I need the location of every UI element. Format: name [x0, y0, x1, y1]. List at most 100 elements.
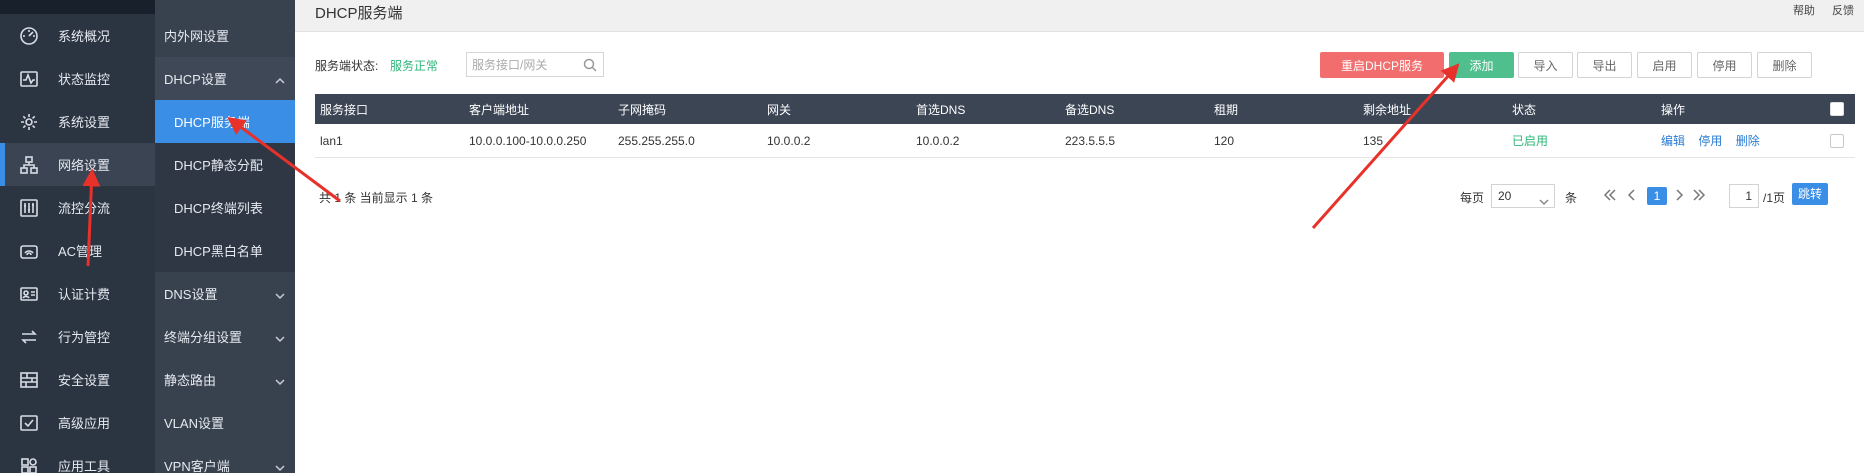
toolbar: 服务端状态: 服务正常 重启DHCP服务 添加 导入 导出 启用 停用 删除 [315, 52, 1855, 78]
main-content: DHCP服务端 帮助 反馈 服务端状态: 服务正常 重启DHCP服务 添加 导入… [295, 0, 1864, 473]
service-status-value: 服务正常 [390, 59, 439, 73]
help-link[interactable]: 帮助 [1793, 5, 1815, 17]
chevron-down-icon [275, 289, 285, 299]
search-input[interactable] [467, 53, 577, 76]
row-checkbox[interactable] [1830, 133, 1844, 148]
secondary-sidebar: 内外网设置 DHCP设置 DHCP服务端 DHCP静态分配 DHCP终端列表 D… [155, 0, 295, 473]
sidebar-top-strip [0, 0, 155, 14]
nav-item-auth-billing[interactable]: 认证计费 [0, 272, 155, 315]
feedback-link[interactable]: 反馈 [1832, 5, 1854, 17]
per-page-select[interactable]: 20 [1491, 184, 1555, 208]
row-select-cell [1816, 133, 1855, 148]
column-header: 租期 [1214, 102, 1239, 117]
service-status-label: 服务端状态: [315, 59, 379, 73]
subnav-dhcp-settings[interactable]: DHCP设置 [155, 57, 295, 100]
nav-item-behavior-control[interactable]: 行为管控 [0, 315, 155, 358]
nav-item-label: 流控分流 [58, 201, 111, 216]
column-header: 备选DNS [1065, 102, 1115, 117]
subnav-dhcp-server[interactable]: DHCP服务端 [155, 100, 295, 143]
subnav-vpn-client[interactable]: VPN客户端 [155, 444, 295, 473]
total-pages: /1页 [1763, 191, 1786, 205]
cell-netmask: 255.255.255.0 [618, 133, 695, 148]
nav-item-system-overview[interactable]: 系统概况 [0, 14, 155, 57]
subnav-terminal-groups[interactable]: 终端分组设置 [155, 315, 295, 358]
current-page-button[interactable]: 1 [1647, 187, 1667, 205]
select-all-checkbox[interactable] [1830, 102, 1844, 116]
delete-link[interactable]: 删除 [1736, 134, 1760, 148]
subnav-lan-wan-settings[interactable]: 内外网设置 [155, 14, 295, 57]
column-header: 客户端地址 [469, 102, 530, 117]
jump-button[interactable]: 跳转 [1792, 183, 1828, 205]
nav-item-status-monitor[interactable]: 状态监控 [0, 57, 155, 100]
nav-item-label: 系统设置 [58, 115, 111, 130]
per-page-value: 20 [1498, 189, 1512, 203]
column-header: 首选DNS [916, 102, 966, 117]
subnav-static-routes[interactable]: 静态路由 [155, 358, 295, 401]
nav-item-label: AC管理 [58, 244, 103, 259]
disable-link[interactable]: 停用 [1698, 134, 1722, 148]
restart-dhcp-button[interactable]: 重启DHCP服务 [1320, 52, 1444, 78]
subnav-label: 静态路由 [164, 373, 217, 388]
primary-sidebar: 系统概况 状态监控 系统设置 网络设置 流控分流 AC管理 认证计费 行为管控 … [0, 0, 155, 473]
enable-button[interactable]: 启用 [1637, 52, 1692, 78]
nav-item-network-settings[interactable]: 网络设置 [0, 143, 155, 186]
column-header: 子网掩码 [618, 102, 667, 117]
import-button[interactable]: 导入 [1518, 52, 1573, 78]
subnav-label: VLAN设置 [164, 416, 224, 431]
secondary-sidebar-top [155, 0, 295, 14]
prev-page-icon[interactable] [1625, 188, 1639, 202]
subnav-label: VPN客户端 [164, 459, 230, 473]
subnav-label: 内外网设置 [164, 29, 230, 44]
select-all-cell [1816, 102, 1855, 116]
search-icon[interactable] [583, 58, 597, 72]
cell-gateway: 10.0.0.2 [767, 133, 811, 148]
subnav-vlan-settings[interactable]: VLAN设置 [155, 401, 295, 444]
chevron-down-icon [275, 375, 285, 385]
id-card-icon [0, 284, 58, 304]
table-header: 服务接口 客户端地址 子网掩码 网关 首选DNS 备选DNS 租期 剩余地址 状… [315, 94, 1855, 124]
status-badge: 已启用 [1512, 134, 1549, 148]
subnav-label: DHCP设置 [164, 72, 227, 87]
nav-item-ac-management[interactable]: AC管理 [0, 229, 155, 272]
cell-primary-dns: 10.0.0.2 [916, 133, 960, 148]
subnav-dhcp-blackwhite-list[interactable]: DHCP黑白名单 [155, 229, 295, 272]
nav-item-security-settings[interactable]: 安全设置 [0, 358, 155, 401]
nav-item-advanced-apps[interactable]: 高级应用 [0, 401, 155, 444]
per-page-label: 每页 [1460, 191, 1485, 205]
page-header: DHCP服务端 帮助 反馈 [295, 0, 1864, 32]
header-links: 帮助 反馈 [1779, 2, 1854, 18]
dashboard-icon [0, 26, 58, 46]
delete-button[interactable]: 删除 [1757, 52, 1812, 78]
export-button[interactable]: 导出 [1577, 52, 1632, 78]
apps-icon [0, 456, 58, 473]
last-page-icon[interactable] [1692, 188, 1706, 202]
first-page-icon[interactable] [1603, 188, 1617, 202]
nav-item-label: 网络设置 [58, 158, 111, 173]
record-summary: 共 1 条 当前显示 1 条 [319, 191, 434, 205]
disable-button[interactable]: 停用 [1697, 52, 1752, 78]
column-header: 剩余地址 [1363, 102, 1412, 117]
nav-item-label: 行为管控 [58, 330, 111, 345]
subnav-label: 终端分组设置 [164, 330, 243, 345]
column-header: 状态 [1512, 102, 1537, 117]
nav-item-app-tools[interactable]: 应用工具 [0, 444, 155, 473]
subnav-dhcp-client-list[interactable]: DHCP终端列表 [155, 186, 295, 229]
pagination: 每页 20 条 1 1 /1页 跳转 [1460, 183, 1860, 209]
column-header: 服务接口 [320, 102, 369, 117]
page-number-input[interactable]: 1 [1729, 184, 1759, 208]
column-header: 网关 [767, 102, 792, 117]
next-page-icon[interactable] [1672, 188, 1686, 202]
subnav-dns-settings[interactable]: DNS设置 [155, 272, 295, 315]
cell-operations: 编辑 停用 删除 [1656, 132, 1816, 149]
cell-secondary-dns: 223.5.5.5 [1065, 133, 1116, 148]
nav-item-flow-control[interactable]: 流控分流 [0, 186, 155, 229]
subnav-dhcp-static[interactable]: DHCP静态分配 [155, 143, 295, 186]
nav-item-system-settings[interactable]: 系统设置 [0, 100, 155, 143]
nav-item-label: 系统概况 [58, 29, 111, 44]
add-button[interactable]: 添加 [1449, 52, 1514, 78]
subnav-label: DNS设置 [164, 287, 218, 302]
cell-interface: lan1 [320, 133, 343, 148]
subnav-label: DHCP终端列表 [174, 201, 263, 216]
wifi-router-icon [0, 241, 58, 261]
edit-link[interactable]: 编辑 [1661, 134, 1685, 148]
